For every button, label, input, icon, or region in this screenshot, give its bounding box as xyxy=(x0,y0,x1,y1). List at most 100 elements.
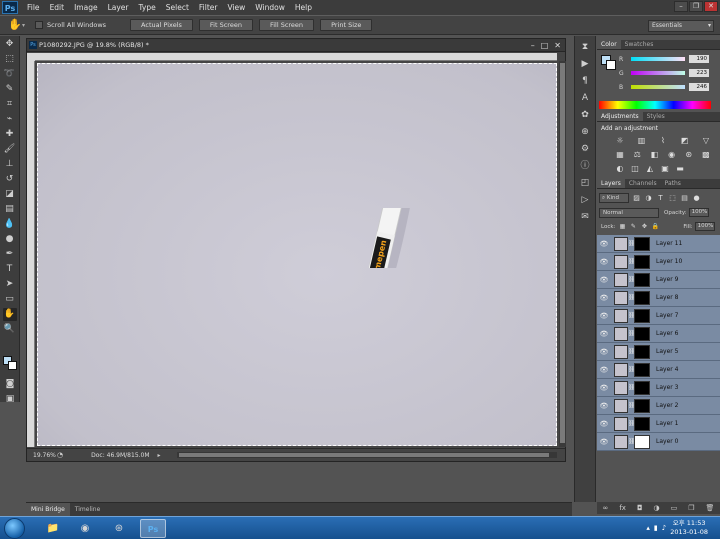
start-button[interactable] xyxy=(4,518,25,539)
color-background-swatch[interactable] xyxy=(606,60,616,70)
eraser-tool-icon[interactable]: ◪ xyxy=(3,188,17,201)
tab-channels[interactable]: Channels xyxy=(625,179,661,188)
background-color-swatch[interactable] xyxy=(8,361,17,370)
visibility-eye-icon[interactable]: 👁 xyxy=(598,312,610,320)
threshold-icon[interactable]: ◭ xyxy=(645,164,655,174)
visibility-eye-icon[interactable]: 👁 xyxy=(598,420,610,428)
lasso-tool-icon[interactable]: ➰ xyxy=(3,68,17,81)
green-slider[interactable] xyxy=(631,71,685,75)
filter-smart-icon[interactable]: ▤ xyxy=(680,194,689,202)
filter-type-icon[interactable]: T xyxy=(656,194,665,202)
color-lookup-icon[interactable]: ▩ xyxy=(701,150,711,160)
layer-row[interactable]: 👁 ⛓ Layer 8 xyxy=(597,289,720,307)
layer-name[interactable]: Layer 5 xyxy=(656,348,678,355)
vertical-scrollbar[interactable] xyxy=(559,61,566,447)
lock-image-icon[interactable]: ✎ xyxy=(629,223,637,230)
dodge-tool-icon[interactable]: ● xyxy=(3,233,17,246)
layer-name[interactable]: Layer 1 xyxy=(656,420,678,427)
layer-mask-thumbnail[interactable] xyxy=(634,272,650,287)
curves-icon[interactable]: ⌇ xyxy=(658,136,668,146)
crop-tool-icon[interactable]: ⌗ xyxy=(3,98,17,111)
layer-row[interactable]: 👁 ⛓ Layer 11 xyxy=(597,235,720,253)
actions-panel-icon[interactable]: ▷ xyxy=(578,194,592,206)
vertical-ruler[interactable] xyxy=(27,61,35,447)
channel-mixer-icon[interactable]: ⊛ xyxy=(684,150,694,160)
layer-name[interactable]: Layer 10 xyxy=(656,258,682,265)
red-slider[interactable] xyxy=(631,57,685,61)
layer-mask-thumbnail[interactable] xyxy=(634,416,650,431)
info-panel-icon[interactable]: ⓘ xyxy=(578,160,592,172)
brush-panel-icon[interactable]: ✿ xyxy=(578,109,592,121)
blur-tool-icon[interactable]: 💧 xyxy=(3,218,17,231)
notes-panel-icon[interactable]: ✉ xyxy=(578,211,592,223)
print-size-button[interactable]: Print Size xyxy=(320,19,373,31)
scroll-all-windows-checkbox[interactable] xyxy=(35,21,44,29)
photoshop-taskbar-icon[interactable]: Ps xyxy=(140,519,166,538)
blend-mode-select[interactable]: Normal xyxy=(599,207,659,218)
layer-mask-thumbnail[interactable] xyxy=(634,344,650,359)
brightness-contrast-icon[interactable]: ☼ xyxy=(615,136,625,146)
color-balance-icon[interactable]: ⚖ xyxy=(632,150,642,160)
tab-swatches[interactable]: Swatches xyxy=(621,40,658,49)
filter-shape-icon[interactable]: ⬚ xyxy=(668,194,677,202)
layer-row[interactable]: 👁 ⛓ Layer 4 xyxy=(597,361,720,379)
selective-color-icon[interactable]: ▣ xyxy=(660,164,670,174)
layer-name[interactable]: Layer 2 xyxy=(656,402,678,409)
filter-pixel-icon[interactable]: ▨ xyxy=(632,194,641,202)
tab-mini-bridge[interactable]: Mini Bridge xyxy=(26,503,70,516)
new-group-icon[interactable]: ▭ xyxy=(671,504,678,512)
history-brush-tool-icon[interactable]: ↺ xyxy=(3,173,17,186)
volume-icon[interactable]: ♪ xyxy=(662,524,666,532)
clock[interactable]: 오후 11:53 2013-01-08 xyxy=(670,519,708,537)
fill-input[interactable]: 100% xyxy=(694,222,715,231)
color-spectrum-bar[interactable] xyxy=(599,101,711,109)
layer-name[interactable]: Layer 0 xyxy=(656,438,678,445)
layer-mask-thumbnail[interactable] xyxy=(634,398,650,413)
layer-mask-thumbnail[interactable] xyxy=(634,362,650,377)
tab-color[interactable]: Color xyxy=(597,40,621,49)
photo-filter-icon[interactable]: ◉ xyxy=(667,150,677,160)
brush-tool-icon[interactable]: 🖌 xyxy=(3,143,17,156)
lock-transparent-icon[interactable]: ▦ xyxy=(618,223,626,230)
color-swatches[interactable] xyxy=(3,356,19,372)
clone-stamp-tool-icon[interactable]: ⊥ xyxy=(3,158,17,171)
fit-screen-button[interactable]: Fit Screen xyxy=(198,19,253,31)
new-layer-icon[interactable]: ❐ xyxy=(688,504,694,512)
tab-adjustments[interactable]: Adjustments xyxy=(597,112,643,121)
menu-help[interactable]: Help xyxy=(290,0,317,15)
paragraph-panel-icon[interactable]: ¶ xyxy=(578,75,592,87)
eyedropper-tool-icon[interactable]: ⌁ xyxy=(3,113,17,126)
quick-mask-icon[interactable]: ◙ xyxy=(3,378,17,391)
app-icon[interactable]: ⊛ xyxy=(106,519,132,538)
actual-pixels-button[interactable]: Actual Pixels xyxy=(130,19,193,31)
menu-layer[interactable]: Layer xyxy=(103,0,134,15)
layer-name[interactable]: Layer 4 xyxy=(656,366,678,373)
hand-tool-icon[interactable]: ✋ xyxy=(8,18,22,32)
layer-row[interactable]: 👁 ⛓ Layer 3 xyxy=(597,379,720,397)
delete-layer-icon[interactable]: 🗑 xyxy=(706,504,715,512)
close-icon[interactable]: ✕ xyxy=(704,1,718,12)
opacity-input[interactable]: 100% xyxy=(688,208,709,217)
close-icon[interactable]: ✕ xyxy=(554,41,561,50)
visibility-eye-icon[interactable]: 👁 xyxy=(598,366,610,374)
visibility-eye-icon[interactable]: 👁 xyxy=(598,294,610,302)
path-selection-tool-icon[interactable]: ➤ xyxy=(3,278,17,291)
quick-select-tool-icon[interactable]: ✎ xyxy=(3,83,17,96)
new-adjustment-icon[interactable]: ◑ xyxy=(654,504,660,512)
maximize-icon[interactable]: □ xyxy=(541,41,549,50)
explorer-icon[interactable]: 📁 xyxy=(40,519,66,538)
tab-timeline[interactable]: Timeline xyxy=(70,503,106,516)
layer-row[interactable]: 👁 ⛓ Layer 1 xyxy=(597,415,720,433)
layer-row[interactable]: 👁 ⛓ Layer 9 xyxy=(597,271,720,289)
posterize-icon[interactable]: ◫ xyxy=(630,164,640,174)
chrome-icon[interactable]: ◉ xyxy=(72,519,98,538)
visibility-eye-icon[interactable]: 👁 xyxy=(598,402,610,410)
layer-name[interactable]: Layer 9 xyxy=(656,276,678,283)
horizontal-ruler[interactable] xyxy=(35,53,557,61)
layer-mask-thumbnail[interactable] xyxy=(634,326,650,341)
hand-tool-icon[interactable]: ✋ xyxy=(2,308,17,321)
visibility-eye-icon[interactable]: 👁 xyxy=(598,330,610,338)
hue-saturation-icon[interactable]: ▦ xyxy=(615,150,625,160)
visibility-eye-icon[interactable]: 👁 xyxy=(598,438,610,446)
lock-all-icon[interactable]: 🔒 xyxy=(651,223,659,230)
